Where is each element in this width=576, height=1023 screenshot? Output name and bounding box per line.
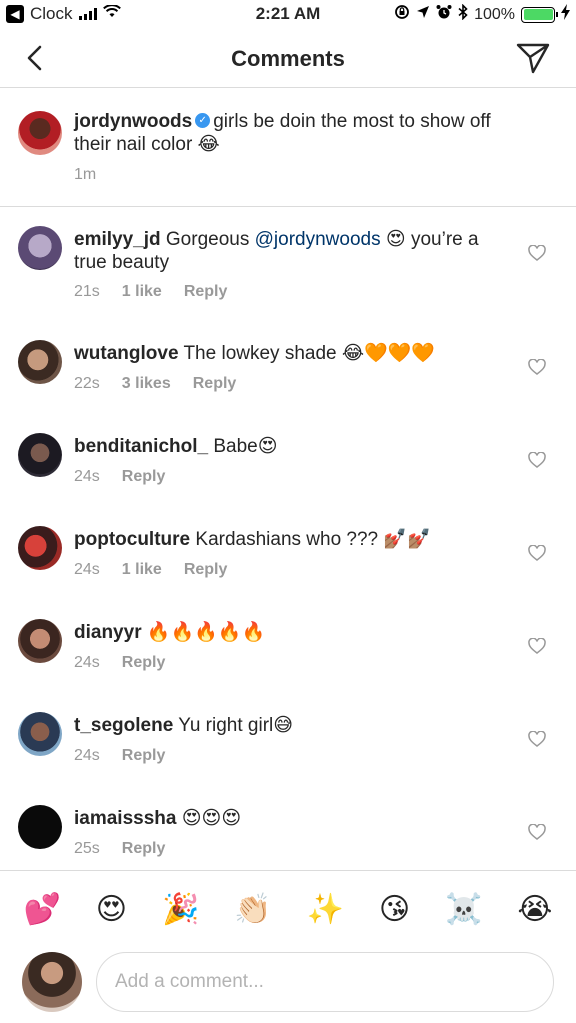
avatar[interactable] (18, 619, 62, 663)
post-caption: jordynwoods ✓ girls be doin the most to sh… (0, 100, 576, 207)
comment-row: iamaisssha 😍😍😍 25s Reply (0, 785, 576, 870)
reply-button[interactable]: Reply (122, 468, 166, 486)
comment-row: wutanglove The lowkey shade 😂🧡🧡🧡 22s 3 l… (0, 320, 576, 400)
comment-username[interactable]: dianyyr (74, 622, 142, 643)
reply-button[interactable]: Reply (122, 654, 166, 672)
comment-username[interactable]: iamaisssha (74, 808, 176, 829)
comment-time: 24s (74, 561, 100, 578)
reply-button[interactable]: Reply (122, 747, 166, 765)
comment-likes[interactable]: 3 likes (122, 375, 171, 393)
like-heart-icon[interactable] (528, 545, 546, 561)
avatar[interactable] (18, 805, 62, 849)
like-heart-icon[interactable] (528, 452, 546, 468)
direct-send-icon[interactable] (516, 42, 550, 74)
comment-meta: 24s Reply (74, 654, 165, 672)
comment-body: 😍😍😍 (181, 808, 242, 829)
comment-meta: 24s 1 like Reply (74, 561, 227, 579)
caption-text: jordynwoods ✓ girls be doin the most to sh… (74, 110, 506, 156)
comment-text: iamaisssha 😍😍😍 (74, 807, 506, 830)
page-title: Comments (231, 46, 345, 71)
comment-row: t_segolene Yu right girl😅 24s Reply (0, 692, 576, 772)
comment-text: wutanglove The lowkey shade 😂🧡🧡🧡 (74, 342, 506, 365)
comment-likes[interactable]: 1 like (122, 283, 162, 301)
comment-body: 🔥🔥🔥🔥🔥 (146, 622, 266, 643)
alarm-icon (436, 4, 452, 25)
charging-icon (561, 4, 570, 25)
status-bar: ◀ Clock 2:21 AM 100% (0, 0, 576, 30)
comment-time: 24s (74, 654, 100, 671)
comment-username[interactable]: emilyy_jd (74, 229, 161, 250)
comment-meta: 22s 3 likes Reply (74, 375, 236, 393)
caption-meta: 1m (74, 166, 96, 184)
comment-meta: 24s Reply (74, 468, 165, 486)
comment-body: Babe😍 (213, 436, 278, 457)
bluetooth-icon (458, 3, 468, 25)
avatar[interactable] (18, 340, 62, 384)
avatar[interactable] (18, 111, 62, 155)
emoji-two-hearts[interactable]: 💕 (23, 892, 60, 927)
comment-time: 24s (74, 747, 100, 764)
emoji-party-popper[interactable]: 🎉 (162, 892, 199, 927)
caption-time: 1m (74, 166, 97, 183)
comment-meta: 25s Reply (74, 840, 165, 858)
emoji-crying[interactable]: 😭 (517, 892, 552, 927)
verified-badge-icon: ✓ (195, 113, 211, 129)
emoji-quick-bar: 💕 😍 🎉 👏🏻 ✨ 😘 ☠️ 😭 (0, 870, 576, 948)
like-heart-icon[interactable] (528, 824, 546, 840)
comment-mention[interactable]: @jordynwoods (255, 229, 381, 250)
emoji-heart-eyes[interactable]: 😍 (96, 892, 127, 927)
avatar[interactable] (18, 226, 62, 270)
rotation-lock-icon (394, 4, 410, 25)
comment-username[interactable]: benditanichol_ (74, 436, 208, 457)
comment-row: emilyy_jd Gorgeous @jordynwoods 😍 you’re… (0, 207, 576, 300)
comment-username[interactable]: poptoculture (74, 529, 190, 550)
comment-body: Kardashians who ??? 💅🏽💅🏽 (195, 529, 431, 550)
comment-row: dianyyr 🔥🔥🔥🔥🔥 24s Reply (0, 599, 576, 679)
comment-row: poptoculture Kardashians who ??? 💅🏽💅🏽 24… (0, 506, 576, 586)
comment-likes[interactable]: 1 like (122, 561, 162, 579)
like-heart-icon[interactable] (528, 638, 546, 654)
comment-time: 22s (74, 375, 100, 392)
comment-username[interactable]: wutanglove (74, 343, 179, 364)
like-heart-icon[interactable] (528, 731, 546, 747)
comment-time: 24s (74, 468, 100, 485)
comment-text: t_segolene Yu right girl😅 (74, 714, 506, 737)
comment-time: 21s (74, 283, 100, 300)
caption-username[interactable]: jordynwoods (74, 111, 192, 132)
reply-button[interactable]: Reply (122, 840, 166, 858)
battery-percent: 100% (474, 5, 515, 23)
battery-icon (521, 6, 558, 23)
emoji-kiss[interactable]: 😘 (379, 892, 410, 927)
comment-body: The lowkey shade 😂🧡🧡🧡 (183, 343, 436, 364)
emoji-sparkles[interactable]: ✨ (307, 892, 344, 927)
avatar (22, 952, 82, 1012)
comment-text: dianyyr 🔥🔥🔥🔥🔥 (74, 621, 506, 644)
like-heart-icon[interactable] (528, 245, 546, 261)
avatar[interactable] (18, 712, 62, 756)
comment-row: benditanichol_ Babe😍 24s Reply (0, 413, 576, 493)
comment-text: emilyy_jd Gorgeous @jordynwoods 😍 you’re… (74, 228, 506, 274)
avatar[interactable] (18, 526, 62, 570)
reply-button[interactable]: Reply (184, 561, 228, 579)
emoji-skull-crossbones[interactable]: ☠️ (445, 892, 482, 927)
emoji-clapping[interactable]: 👏🏻 (234, 892, 271, 927)
comment-text: benditanichol_ Babe😍 (74, 435, 506, 458)
comment-meta: 24s Reply (74, 747, 165, 765)
comment-time: 25s (74, 840, 100, 857)
like-heart-icon[interactable] (528, 359, 546, 375)
comment-body: Yu right girl😅 (178, 715, 294, 736)
status-right: 100% (394, 3, 570, 25)
comment-meta: 21s 1 like Reply (74, 283, 227, 301)
reply-button[interactable]: Reply (184, 283, 228, 301)
nav-bar: Comments (0, 30, 576, 88)
comment-input[interactable] (96, 952, 554, 1012)
comment-username[interactable]: t_segolene (74, 715, 173, 736)
comment-body: Gorgeous (165, 229, 255, 250)
avatar[interactable] (18, 433, 62, 477)
location-icon (416, 5, 430, 24)
comment-text: poptoculture Kardashians who ??? 💅🏽💅🏽 (74, 528, 506, 551)
reply-button[interactable]: Reply (193, 375, 237, 393)
comment-input-row (0, 948, 576, 1023)
